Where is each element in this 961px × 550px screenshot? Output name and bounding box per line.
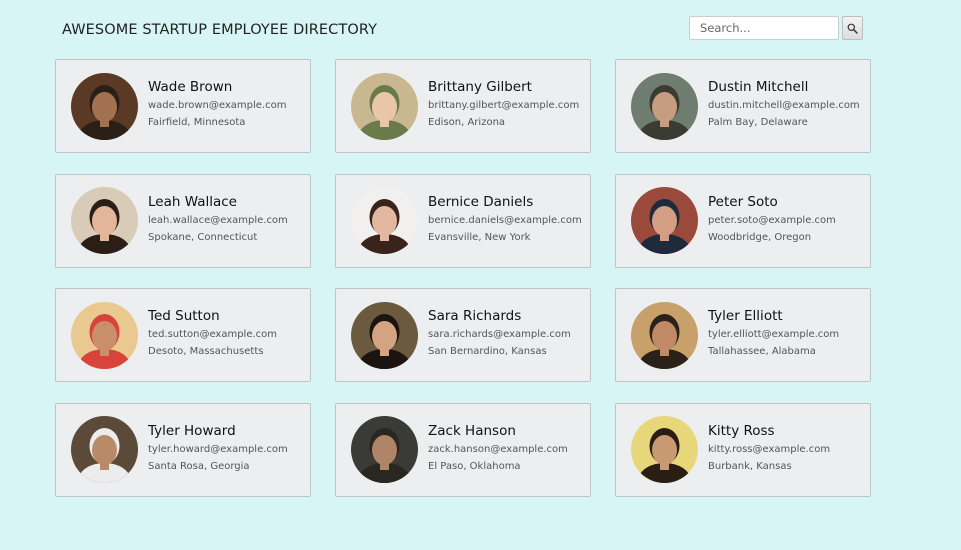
employee-email: zack.hanson@example.com — [428, 443, 568, 455]
employee-location: Desoto, Massachusetts — [148, 346, 264, 357]
employee-grid: Wade Brown wade.brown@example.com Fairfiel… — [55, 59, 871, 497]
employee-name: Dustin Mitchell — [708, 79, 809, 95]
employee-card[interactable]: Peter Soto peter.soto@example.com Woodbrid… — [615, 173, 871, 268]
employee-info: Tyler Howard tyler.howard@example.com Sant… — [148, 423, 288, 474]
avatar — [71, 72, 138, 140]
employee-location: Evansville, New York — [428, 231, 531, 243]
employee-location: Fairfield, Minnesota — [148, 117, 246, 128]
employee-info: Wade Brown wade.brown@example.com Fairfiel… — [148, 79, 287, 130]
employee-name: Bernice Daniels — [428, 193, 534, 210]
employee-email: sara.richards@example.com — [428, 329, 571, 340]
employee-info: Sara Richards sara.richards@example.com Sa… — [428, 308, 571, 359]
employee-card[interactable]: Zack Hanson zack.hanson@example.com El Pas… — [335, 402, 591, 497]
employee-name: Kitty Ross — [708, 422, 775, 439]
employee-name: Peter Soto — [708, 193, 778, 210]
employee-location: El Paso, Oklahoma — [428, 460, 521, 472]
employee-email: tyler.howard@example.com — [148, 443, 288, 455]
employee-card[interactable]: Ted Sutton ted.sutton@example.com Desoto, … — [55, 288, 311, 382]
avatar — [351, 187, 418, 254]
magnifier-icon — [847, 23, 858, 34]
employee-email: peter.soto@example.com — [708, 214, 836, 226]
avatar — [631, 72, 698, 140]
employee-info: Dustin Mitchell dustin.mitchell@example.c… — [708, 79, 860, 130]
employee-info: Leah Wallace leah.wallace@example.com Spok… — [148, 194, 288, 245]
employee-location: San Bernardino, Kansas — [428, 346, 547, 357]
avatar — [631, 301, 698, 369]
employee-location: Palm Bay, Delaware — [708, 117, 808, 128]
avatar — [351, 72, 418, 140]
employee-name: Leah Wallace — [148, 193, 237, 210]
employee-email: wade.brown@example.com — [148, 100, 287, 111]
employee-email: tyler.elliott@example.com — [708, 329, 840, 340]
employee-card[interactable]: Bernice Daniels bernice.daniels@example.c… — [335, 173, 591, 268]
employee-info: Ted Sutton ted.sutton@example.com Desoto, … — [148, 308, 278, 359]
search-input[interactable] — [689, 16, 839, 40]
employee-name: Tyler Howard — [148, 422, 236, 439]
avatar — [71, 416, 138, 483]
employee-info: Tyler Elliott tyler.elliott@example.com Ta… — [708, 308, 840, 359]
avatar — [351, 416, 418, 483]
search-button[interactable] — [842, 16, 863, 40]
employee-name: Wade Brown — [148, 79, 233, 95]
employee-location: Woodbridge, Oregon — [708, 231, 812, 243]
avatar — [631, 416, 698, 483]
employee-email: kitty.ross@example.com — [708, 443, 831, 455]
avatar — [631, 187, 698, 254]
avatar — [71, 301, 138, 369]
avatar — [351, 301, 418, 369]
employee-info: Kitty Ross kitty.ross@example.com Burbank,… — [708, 423, 831, 474]
employee-card[interactable]: Tyler Elliott tyler.elliott@example.com Ta… — [615, 288, 871, 382]
employee-email: bernice.daniels@example.com — [428, 214, 582, 226]
employee-email: dustin.mitchell@example.com — [708, 100, 860, 111]
employee-name: Zack Hanson — [428, 422, 516, 439]
employee-card[interactable]: Brittany Gilbert brittany.gilbert@example… — [335, 59, 591, 153]
employee-location: Santa Rosa, Georgia — [148, 460, 250, 472]
employee-info: Brittany Gilbert brittany.gilbert@example… — [428, 79, 580, 130]
employee-info: Zack Hanson zack.hanson@example.com El Pas… — [428, 423, 568, 474]
employee-email: ted.sutton@example.com — [148, 329, 278, 340]
search-bar — [689, 16, 863, 40]
employee-location: Edison, Arizona — [428, 117, 506, 128]
employee-info: Peter Soto peter.soto@example.com Woodbrid… — [708, 194, 836, 245]
employee-email: leah.wallace@example.com — [148, 214, 288, 226]
employee-card[interactable]: Tyler Howard tyler.howard@example.com Sant… — [55, 402, 311, 497]
employee-card[interactable]: Wade Brown wade.brown@example.com Fairfiel… — [55, 59, 311, 153]
employee-name: Ted Sutton — [148, 308, 220, 324]
employee-location: Burbank, Kansas — [708, 460, 792, 472]
employee-name: Tyler Elliott — [708, 308, 783, 324]
employee-card[interactable]: Dustin Mitchell dustin.mitchell@example.c… — [615, 59, 871, 153]
employee-name: Sara Richards — [428, 308, 522, 324]
avatar — [71, 187, 138, 254]
page-title: AWESOME STARTUP EMPLOYEE DIRECTORY — [62, 22, 378, 38]
employee-card[interactable]: Sara Richards sara.richards@example.com Sa… — [335, 288, 591, 382]
employee-location: Tallahassee, Alabama — [708, 346, 816, 357]
employee-name: Brittany Gilbert — [428, 79, 532, 95]
employee-card[interactable]: Leah Wallace leah.wallace@example.com Spok… — [55, 173, 311, 268]
employee-card[interactable]: Kitty Ross kitty.ross@example.com Burbank,… — [615, 402, 871, 497]
employee-info: Bernice Daniels bernice.daniels@example.c… — [428, 194, 582, 245]
employee-location: Spokane, Connecticut — [148, 231, 258, 243]
employee-email: brittany.gilbert@example.com — [428, 100, 580, 111]
